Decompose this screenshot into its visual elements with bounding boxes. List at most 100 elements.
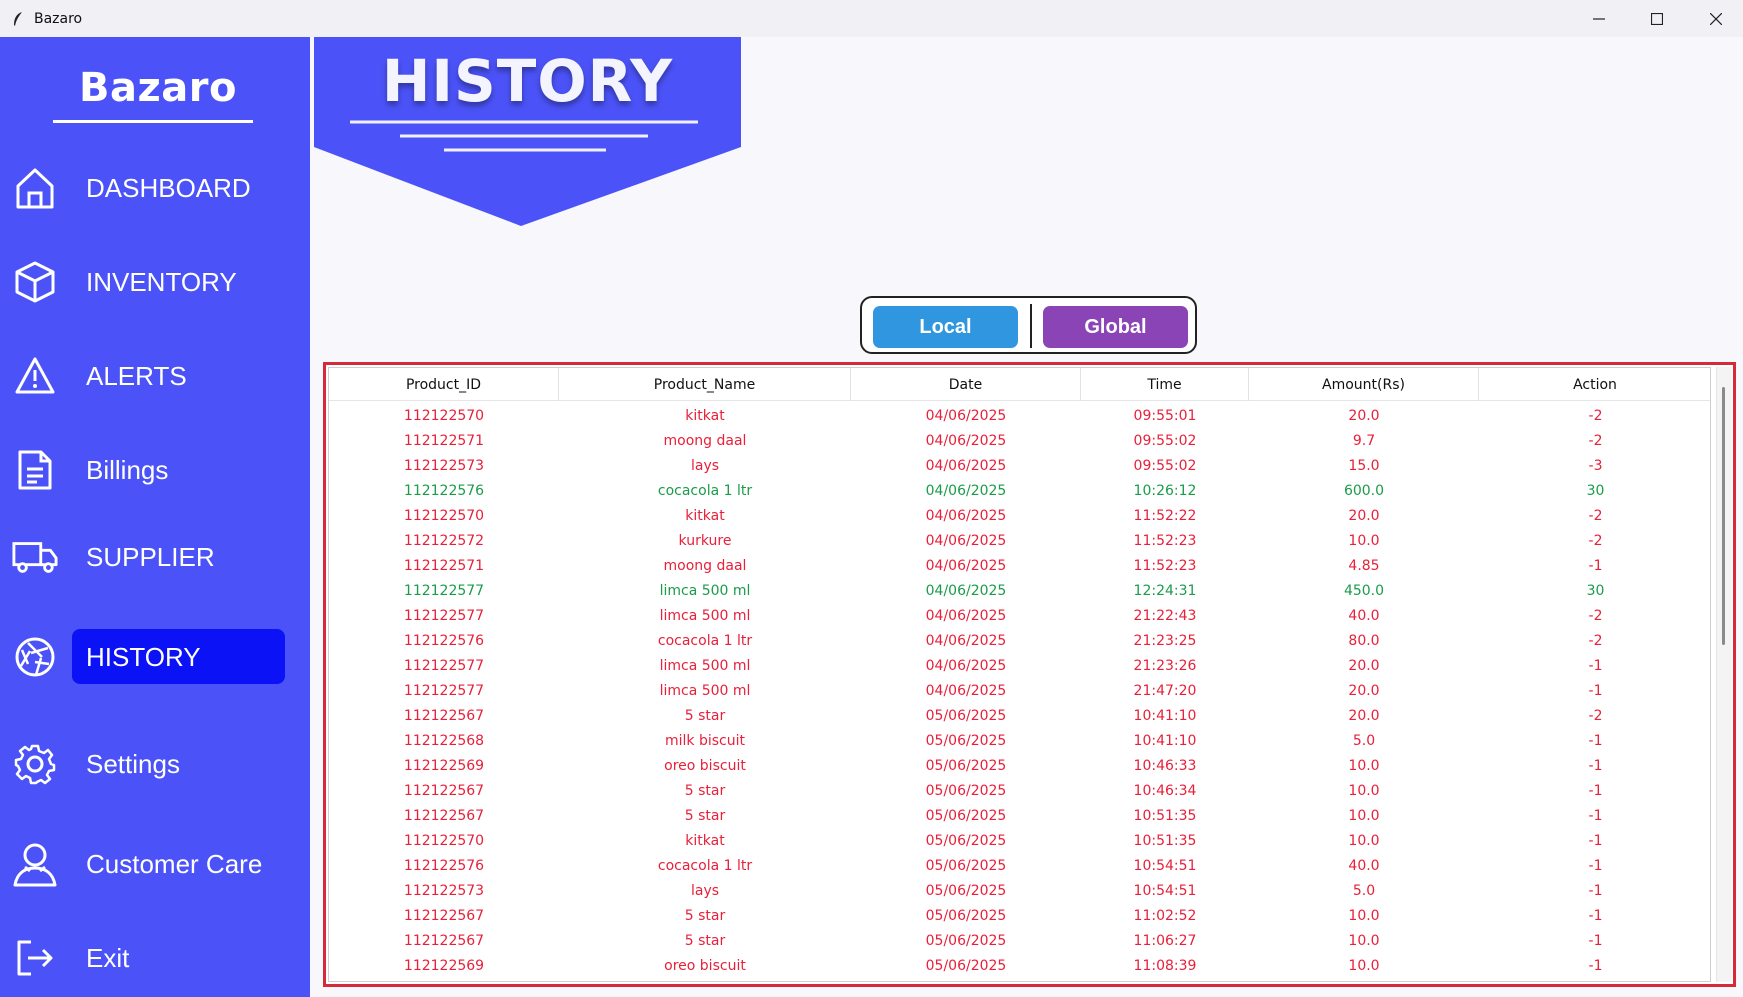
table-cell: -1	[1588, 932, 1603, 949]
table-cell: oreo biscuit	[664, 757, 746, 774]
table-cell: -1	[1588, 957, 1603, 974]
window-title: Bazaro	[34, 10, 83, 27]
table-cell: cocacola 1 ltr	[657, 632, 753, 649]
sidebar-item-label: INVENTORY	[86, 266, 237, 297]
table-cell: 5 star	[684, 782, 726, 799]
table-cell: 21:23:25	[1133, 632, 1197, 649]
local-button[interactable]: Local	[873, 306, 1018, 348]
table-row[interactable]: 112122573 lays 05/06/2025 10:54:51 5.0 -1	[329, 878, 1710, 903]
truck-icon	[12, 534, 58, 580]
sidebar-item-inventory[interactable]: INVENTORY	[0, 252, 310, 312]
table-cell: 05/06/2025	[925, 857, 1007, 874]
column-header[interactable]: Product_ID	[329, 368, 559, 401]
table-cell: 5.0	[1352, 882, 1376, 899]
table-row[interactable]: 112122570 kitkat 04/06/2025 11:52:22 20.0 -2	[329, 503, 1710, 528]
history-table-frame: Product_ID Product_Name Date Time Amount(Rs)…	[323, 362, 1736, 987]
table-cell: 112122570	[403, 407, 485, 424]
table-cell: limca 500 ml	[659, 657, 751, 674]
sidebar-item-exit[interactable]: Exit	[0, 928, 310, 988]
table-cell: limca 500 ml	[659, 682, 751, 699]
table-cell: 04/06/2025	[925, 532, 1007, 549]
minimize-button[interactable]	[1570, 0, 1628, 37]
sidebar-item-settings[interactable]: Settings	[0, 734, 310, 794]
table-row[interactable]: 112122577 limca 500 ml 04/06/2025 12:24:31 4…	[329, 578, 1710, 603]
table-cell: 10.0	[1348, 957, 1380, 974]
column-header[interactable]: Amount(Rs)	[1249, 368, 1479, 401]
sidebar-item-dashboard[interactable]: DASHBOARD	[0, 158, 310, 218]
table-row[interactable]: 112122577 limca 500 ml 04/06/2025 21:23:26 2…	[329, 653, 1710, 678]
table-cell: 10.0	[1348, 807, 1380, 824]
table-cell: 09:55:01	[1133, 407, 1197, 424]
sidebar-item-supplier[interactable]: SUPPLIER	[0, 527, 310, 587]
table-cell: 21:47:20	[1133, 682, 1197, 699]
column-header[interactable]: Action	[1479, 368, 1710, 401]
table-cell: 600.0	[1343, 482, 1385, 499]
sidebar-item-customer-care[interactable]: Customer Care	[0, 834, 310, 894]
table-row[interactable]: 112122567 5 star 05/06/2025 11:02:52 10.0 -1	[329, 903, 1710, 928]
table-cell: 10.0	[1348, 532, 1380, 549]
table-cell: 10:51:35	[1133, 832, 1197, 849]
table-row[interactable]: 112122570 kitkat 05/06/2025 10:51:35 10.0 -1	[329, 828, 1710, 853]
table-row[interactable]: 112122567 5 star 05/06/2025 10:51:35 10.0 -1	[329, 803, 1710, 828]
table-cell: 112122572	[403, 532, 485, 549]
table-cell: -1	[1588, 657, 1603, 674]
sidebar-item-label: SUPPLIER	[86, 541, 215, 572]
table-cell: kurkure	[678, 532, 732, 549]
sidebar-item-label: Settings	[86, 748, 180, 779]
table-cell: 05/06/2025	[925, 757, 1007, 774]
table-cell: -1	[1588, 907, 1603, 924]
table-cell: 04/06/2025	[925, 682, 1007, 699]
table-cell: 112122570	[403, 832, 485, 849]
table-cell: -1	[1588, 757, 1603, 774]
table-row[interactable]: 112122576 cocacola 1 ltr 04/06/2025 10:26:1…	[329, 478, 1710, 503]
table-cell: 05/06/2025	[925, 832, 1007, 849]
table-cell: -1	[1588, 832, 1603, 849]
table-cell: 11:08:39	[1133, 957, 1197, 974]
column-header[interactable]: Date	[851, 368, 1081, 401]
table-cell: 112122569	[403, 957, 485, 974]
table-row[interactable]: 112122576 cocacola 1 ltr 04/06/2025 21:23:2…	[329, 628, 1710, 653]
table-row[interactable]: 112122569 oreo biscuit 05/06/2025 11:08:39 1…	[329, 953, 1710, 978]
table-cell: 10.0	[1348, 782, 1380, 799]
table-row[interactable]: 112122567 5 star 05/06/2025 10:41:10 20.0 -2	[329, 703, 1710, 728]
scope-toggle: Local Global	[860, 296, 1197, 354]
table-cell: 112122571	[403, 557, 485, 574]
table-row[interactable]: 112122577 limca 500 ml 04/06/2025 21:47:20 2…	[329, 678, 1710, 703]
table-cell: 112122567	[403, 932, 485, 949]
table-row[interactable]: 112122571 moong daal 04/06/2025 11:52:23 4.8…	[329, 553, 1710, 578]
table-cell: moong daal	[663, 432, 747, 449]
table-cell: -1	[1588, 557, 1603, 574]
table-row[interactable]: 112122577 limca 500 ml 04/06/2025 21:22:43 4…	[329, 603, 1710, 628]
column-header[interactable]: Time	[1081, 368, 1249, 401]
column-header[interactable]: Product_Name	[559, 368, 851, 401]
sidebar-item-history[interactable]: HISTORY	[0, 627, 310, 687]
document-icon	[12, 447, 58, 493]
table-row[interactable]: 112122576 cocacola 1 ltr 05/06/2025 10:54:5…	[329, 853, 1710, 878]
table-row[interactable]: 112122567 5 star 05/06/2025 10:46:34 10.0 -1	[329, 778, 1710, 803]
maximize-button[interactable]	[1628, 0, 1686, 37]
table-cell: 10:41:10	[1133, 707, 1197, 724]
table-cell: 20.0	[1348, 407, 1380, 424]
table-row[interactable]: 112122572 kurkure 04/06/2025 11:52:23 10.0 -2	[329, 528, 1710, 553]
close-button[interactable]	[1687, 0, 1743, 37]
aperture-icon	[12, 634, 58, 680]
scrollbar-thumb[interactable]	[1722, 387, 1725, 645]
global-button[interactable]: Global	[1043, 306, 1188, 348]
table-row[interactable]: 112122570 kitkat 04/06/2025 09:55:01 20.0 -2	[329, 403, 1710, 428]
table-cell: 10:41:10	[1133, 732, 1197, 749]
table-row[interactable]: 112122573 lays 04/06/2025 09:55:02 15.0 -3	[329, 453, 1710, 478]
table-cell: 5 star	[684, 707, 726, 724]
table-cell: 05/06/2025	[925, 957, 1007, 974]
table-row[interactable]: 112122569 oreo biscuit 05/06/2025 10:46:33 1…	[329, 753, 1710, 778]
sidebar-item-alerts[interactable]: ALERTS	[0, 346, 310, 406]
table-cell: kitkat	[685, 832, 725, 849]
history-table[interactable]: Product_ID Product_Name Date Time Amount(Rs)…	[328, 367, 1711, 982]
table-cell: 04/06/2025	[925, 582, 1007, 599]
table-scrollbar[interactable]	[1716, 367, 1732, 982]
table-row[interactable]: 112122571 moong daal 04/06/2025 09:55:02 9.7…	[329, 428, 1710, 453]
table-row[interactable]: 112122567 5 star 05/06/2025 11:06:27 10.0 -1	[329, 928, 1710, 953]
table-cell: limca 500 ml	[659, 582, 751, 599]
table-cell: 112122571	[403, 432, 485, 449]
table-row[interactable]: 112122568 milk biscuit 05/06/2025 10:41:10 5…	[329, 728, 1710, 753]
sidebar-item-billings[interactable]: Billings	[0, 440, 310, 500]
